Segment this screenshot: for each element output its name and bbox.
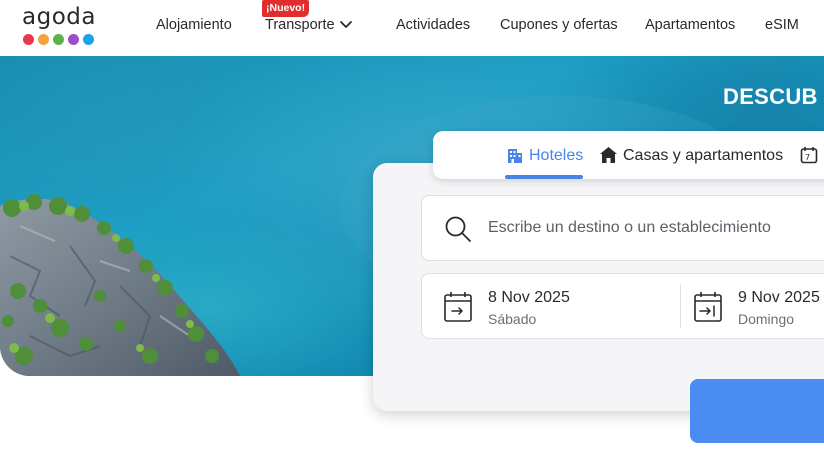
hotel-building-icon [508,149,522,163]
logo-dot-orange [38,34,49,45]
logo-dot-blue [83,34,94,45]
check-in-date-value: 8 Nov 2025 [488,289,570,306]
check-out-date[interactable]: 9 Nov 2025 Domingo [694,274,824,338]
check-in-weekday: Sábado [488,311,537,327]
search-button[interactable] [690,379,824,443]
nav-item-alojamiento[interactable]: Alojamiento [156,17,232,33]
chevron-down-icon[interactable] [339,19,353,31]
logo-dots [23,34,94,45]
check-in-date[interactable]: 8 Nov 2025 Sábado [444,274,664,338]
logo-dot-red [23,34,34,45]
check-in-calendar-icon [444,292,472,322]
calendar-icon[interactable]: 7 [800,146,818,164]
hero-title: DESCUB [723,84,818,109]
nav-item-transporte[interactable]: Transporte [265,17,335,33]
destination-field[interactable] [421,195,824,261]
search-icon [445,216,471,242]
date-divider [680,284,681,328]
tab-casas-apartamentos[interactable]: Casas y apartamentos [623,147,783,165]
date-range-selector: 8 Nov 2025 Sábado 9 Nov 2025 Domingo [421,273,824,339]
destination-search-input[interactable] [488,196,824,260]
agoda-logo[interactable]: agoda [22,4,98,48]
check-out-calendar-icon [694,292,722,322]
logo-wordmark: agoda [22,4,96,30]
check-out-date-value: 9 Nov 2025 [738,289,820,306]
logo-dot-green [53,34,64,45]
tab-hoteles[interactable]: Hoteles [529,147,583,165]
new-badge: ¡Nuevo! [262,0,310,17]
check-out-weekday: Domingo [738,311,795,327]
active-tab-indicator [505,175,583,179]
nav-item-esim[interactable]: eSIM [765,17,799,33]
accommodation-tabs: Hoteles Casas y apartamentos 7 [433,131,824,179]
house-icon [600,147,617,163]
svg-text:7: 7 [805,153,810,162]
logo-dot-purple [68,34,79,45]
nav-item-cupones[interactable]: Cupones y ofertas [500,17,618,33]
top-navigation-bar: agoda Alojamiento ¡Nuevo! Transporte Act… [0,0,824,56]
nav-item-actividades[interactable]: Actividades [396,17,470,33]
nav-item-apartamentos[interactable]: Apartamentos [645,17,735,33]
